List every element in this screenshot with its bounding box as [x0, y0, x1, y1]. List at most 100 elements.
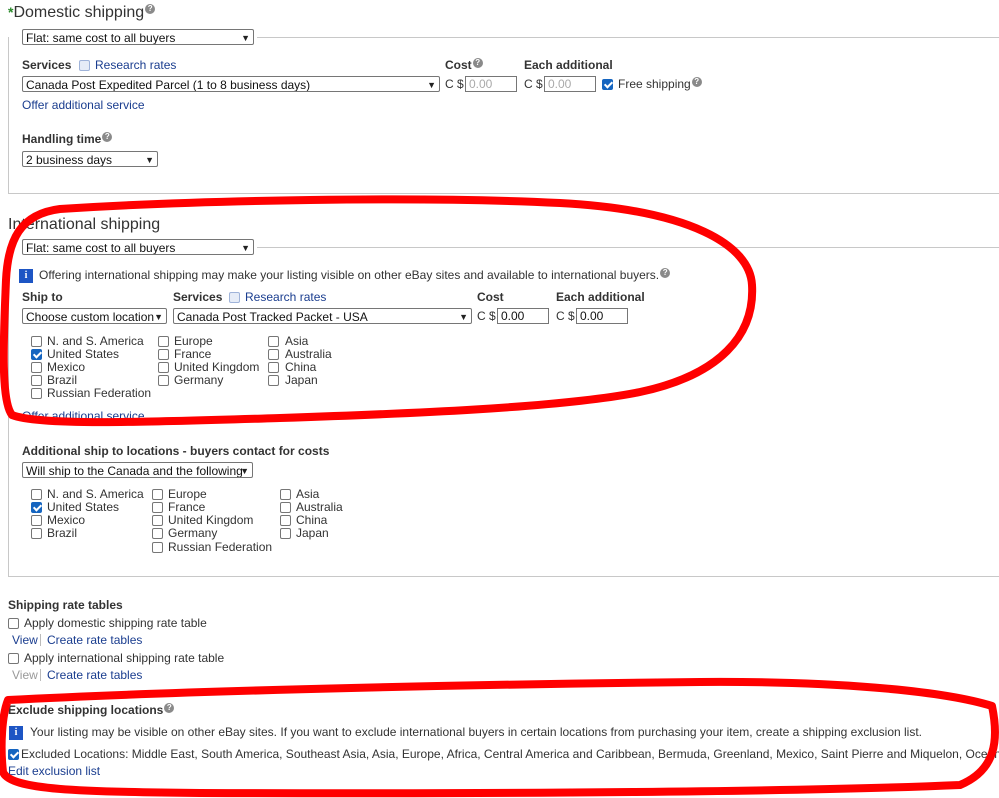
free-shipping-checkbox[interactable]: [602, 79, 613, 90]
location-label: Europe: [168, 487, 207, 501]
location-checkbox[interactable]: [280, 515, 291, 526]
location-checkbox[interactable]: [152, 528, 163, 539]
research-rates-link[interactable]: Research rates: [229, 290, 326, 304]
location-checkbox[interactable]: [152, 502, 163, 513]
section-border: [8, 193, 999, 194]
domestic-heading: *Domestic shipping?: [8, 4, 156, 22]
research-rates-link[interactable]: Research rates: [79, 58, 176, 72]
help-icon[interactable]: ?: [472, 58, 483, 68]
location-checkbox[interactable]: [158, 349, 169, 360]
help-icon[interactable]: ?: [145, 4, 156, 14]
help-icon[interactable]: ?: [691, 77, 702, 87]
location-checkbox[interactable]: [280, 528, 291, 539]
location-label: Brazil: [47, 526, 78, 540]
location-checkbox[interactable]: [31, 528, 42, 539]
location-checkbox[interactable]: [31, 349, 42, 360]
rate-tables-title: Shipping rate tables: [8, 598, 123, 612]
chevron-down-icon: ▼: [154, 312, 163, 322]
international-cost-input[interactable]: 0.00: [497, 308, 549, 324]
international-service-select[interactable]: Canada Post Tracked Packet - USA ▼: [173, 308, 472, 324]
location-checkbox[interactable]: [268, 349, 279, 360]
excluded-locations-text: Excluded Locations: Middle East, South A…: [21, 747, 999, 761]
info-icon: i: [9, 726, 23, 740]
offer-additional-service-link[interactable]: Offer additional service: [22, 409, 145, 423]
currency-label: C $: [445, 77, 464, 91]
location-checkbox[interactable]: [31, 375, 42, 386]
help-icon[interactable]: ?: [164, 703, 175, 713]
help-icon[interactable]: ?: [102, 132, 113, 142]
view-link[interactable]: View: [12, 633, 38, 647]
location-checkbox[interactable]: [280, 502, 291, 513]
domestic-type-select[interactable]: Flat: same cost to all buyers ▼: [22, 29, 254, 45]
additional-locations-select[interactable]: Will ship to the Canada and the followin…: [22, 462, 253, 478]
location-label: Germany: [174, 373, 224, 387]
ship-to-select[interactable]: Choose custom location ▼: [22, 308, 167, 324]
location-label: United States: [47, 500, 120, 514]
currency-label: C $: [556, 309, 575, 323]
international-rate-table-checkbox[interactable]: [8, 653, 19, 664]
chevron-down-icon: ▼: [145, 155, 154, 165]
location-checkbox[interactable]: [268, 336, 279, 347]
chevron-down-icon: ▼: [427, 80, 436, 90]
location-label: Asia: [285, 334, 309, 348]
view-link[interactable]: View: [12, 668, 38, 682]
domestic-rate-table-label: Apply domestic shipping rate table: [24, 616, 207, 630]
location-checkbox[interactable]: [31, 502, 42, 513]
each-additional-label: Each additional: [556, 290, 645, 304]
cost-label: Cost?: [445, 58, 483, 72]
offer-additional-service-link[interactable]: Offer additional service: [22, 98, 145, 112]
section-border: [257, 247, 999, 248]
exclude-title: Exclude shipping locations?: [8, 703, 175, 717]
domestic-title: Domestic shipping: [13, 4, 145, 21]
location-label: Russian Federation: [47, 386, 152, 400]
chevron-down-icon: ▼: [459, 312, 468, 322]
domestic-each-additional-input[interactable]: 0.00: [544, 76, 596, 92]
excluded-locations-checkbox[interactable]: [8, 749, 19, 760]
location-checkbox[interactable]: [31, 489, 42, 500]
location-label: Australia: [285, 347, 332, 361]
location-checkbox[interactable]: [31, 388, 42, 399]
domestic-cost-input[interactable]: 0.00: [465, 76, 517, 92]
international-notice: Offering international shipping may make…: [39, 268, 671, 282]
location-checkbox[interactable]: [268, 375, 279, 386]
location-checkbox[interactable]: [152, 489, 163, 500]
location-checkbox[interactable]: [268, 362, 279, 373]
help-icon[interactable]: ?: [660, 268, 671, 278]
location-label: Australia: [296, 500, 343, 514]
chevron-down-icon: ▼: [241, 33, 250, 43]
location-checkbox[interactable]: [31, 515, 42, 526]
location-checkbox[interactable]: [152, 515, 163, 526]
location-checkbox[interactable]: [158, 375, 169, 386]
ship-to-label: Ship to: [22, 290, 63, 304]
location-label: China: [285, 360, 317, 374]
location-checkbox[interactable]: [31, 336, 42, 347]
international-each-additional-input[interactable]: 0.00: [576, 308, 628, 324]
domestic-rate-table-checkbox[interactable]: [8, 618, 19, 629]
free-shipping-label: Free shipping?: [618, 77, 702, 91]
location-label: Japan: [296, 526, 329, 540]
create-rate-tables-link[interactable]: Create rate tables: [47, 633, 142, 647]
location-label: France: [174, 347, 212, 361]
location-label: China: [296, 513, 328, 527]
edit-exclusion-list-link[interactable]: Edit exclusion list: [8, 764, 100, 778]
international-title: International shipping: [8, 216, 161, 233]
location-checkbox[interactable]: [152, 542, 163, 553]
location-label: United States: [47, 347, 120, 361]
location-checkbox[interactable]: [31, 362, 42, 373]
location-checkbox[interactable]: [158, 336, 169, 347]
services-label: Services: [22, 58, 72, 72]
international-type-select[interactable]: Flat: same cost to all buyers ▼: [22, 239, 254, 255]
create-rate-tables-link[interactable]: Create rate tables: [47, 668, 142, 682]
domestic-service-select[interactable]: Canada Post Expedited Parcel (1 to 8 bus…: [22, 76, 440, 92]
rates-icon: [229, 292, 240, 304]
exclude-notice: Your listing may be visible on other eBa…: [30, 725, 923, 739]
location-checkbox[interactable]: [280, 489, 291, 500]
handling-time-select[interactable]: 2 business days ▼: [22, 151, 158, 167]
location-checkbox[interactable]: [158, 362, 169, 373]
handling-time-label: Handling time?: [22, 132, 113, 146]
location-label: Japan: [285, 373, 318, 387]
cost-label: Cost: [477, 290, 504, 304]
location-label: Asia: [296, 487, 320, 501]
location-label: Europe: [174, 334, 213, 348]
divider: [40, 669, 41, 681]
